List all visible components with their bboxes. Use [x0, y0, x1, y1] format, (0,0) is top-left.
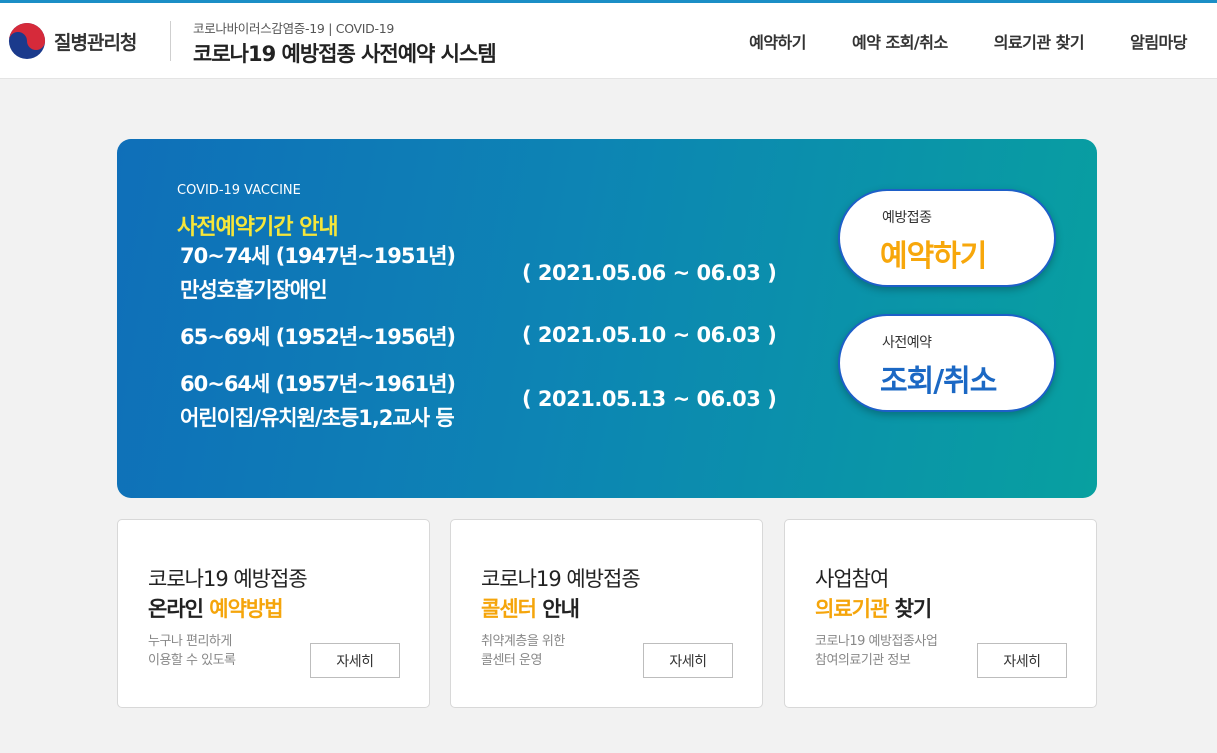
check-cancel-button[interactable]: 사전예약 조회/취소 [838, 314, 1056, 412]
hero-eyebrow: COVID-19 VACCINE [177, 183, 301, 198]
card-desc-line1: 코로나19 예방접종사업 [815, 634, 938, 649]
schedule-row-3-period: ( 2021.05.13 ~ 06.03 ) [522, 387, 777, 411]
schedule-row-2-period: ( 2021.05.10 ~ 06.03 ) [522, 323, 777, 347]
card-title-line2: 콜센터 안내 [481, 593, 580, 623]
card-desc-line2: 이용할 수 있도록 [148, 653, 236, 668]
main-nav: 예약하기 예약 조회/취소 의료기관 찾기 알림마당 [703, 29, 1187, 53]
nav-check-cancel[interactable]: 예약 조회/취소 [852, 29, 948, 53]
card-description: 코로나19 예방접종사업 참여의료기관 정보 [815, 632, 938, 670]
reserve-button-caption: 예방접종 [882, 210, 932, 226]
schedule-row-1-age: 70~74세 (1947년~1951년) [180, 244, 456, 268]
card-title-line2: 의료기관 찾기 [815, 593, 933, 623]
taegeuk-logo-icon [8, 22, 46, 60]
logo[interactable]: 질병관리청 [8, 22, 137, 60]
card-description: 누구나 편리하게 이용할 수 있도록 [148, 632, 236, 670]
nav-reserve[interactable]: 예약하기 [749, 29, 806, 53]
hero-banner: COVID-19 VACCINE 사전예약기간 안내 70~74세 (1947년… [117, 139, 1097, 498]
schedule-row-3-group: 어린이집/유치원/초등1,2교사 등 [180, 406, 455, 430]
card-title-line2: 온라인 예약방법 [148, 593, 284, 623]
nav-find-clinic[interactable]: 의료기관 찾기 [994, 29, 1085, 53]
check-cancel-button-label: 조회/취소 [880, 364, 997, 399]
schedule-row-1-period: ( 2021.05.06 ~ 06.03 ) [522, 261, 777, 285]
reserve-button[interactable]: 예방접종 예약하기 [838, 189, 1056, 287]
card-title-highlight: 의료기관 [815, 597, 889, 621]
schedule-row-1-group: 만성호흡기장애인 [180, 278, 328, 302]
card-title-highlight: 예약방법 [209, 597, 283, 621]
schedule-row-2-age: 65~69세 (1952년~1956년) [180, 325, 456, 349]
hero-heading: 사전예약기간 안내 [177, 215, 339, 240]
header-divider [170, 21, 171, 61]
card-title-line1: 코로나19 예방접종 [481, 567, 641, 591]
card-title-suffix: 찾기 [888, 597, 933, 621]
schedule-row-3-label: 60~64세 (1957년~1961년) 어린이집/유치원/초등1,2교사 등 [180, 367, 456, 435]
schedule-row-3-age: 60~64세 (1957년~1961년) [180, 372, 456, 396]
card-desc-line1: 누구나 편리하게 [148, 634, 232, 649]
header: 질병관리청 코로나바이러스감염증-19 | COVID-19 코로나19 예방접… [0, 0, 1217, 79]
card-find-clinic: 사업참여 의료기관 찾기 코로나19 예방접종사업 참여의료기관 정보 자세히 [784, 519, 1097, 708]
site-subtitle: 코로나바이러스감염증-19 | COVID-19 [193, 21, 395, 36]
card-title-line1: 사업참여 [815, 567, 889, 591]
card-title-plain: 온라인 [148, 597, 210, 621]
card-details-button[interactable]: 자세히 [643, 643, 733, 678]
card-description: 취약계층을 위한 콜센터 운영 [481, 632, 565, 670]
check-cancel-button-caption: 사전예약 [882, 335, 932, 351]
card-desc-line1: 취약계층을 위한 [481, 634, 565, 649]
org-name: 질병관리청 [54, 31, 137, 54]
reserve-button-label: 예약하기 [880, 239, 987, 274]
card-title-highlight: 콜센터 [481, 597, 537, 621]
card-details-button[interactable]: 자세히 [310, 643, 400, 678]
card-online-reservation: 코로나19 예방접종 온라인 예약방법 누구나 편리하게 이용할 수 있도록 자… [117, 519, 430, 708]
card-title-suffix: 안내 [535, 597, 580, 621]
card-call-center: 코로나19 예방접종 콜센터 안내 취약계층을 위한 콜센터 운영 자세히 [450, 519, 763, 708]
nav-notice[interactable]: 알림마당 [1130, 29, 1187, 53]
site-title[interactable]: 코로나19 예방접종 사전예약 시스템 [193, 38, 497, 68]
card-desc-line2: 참여의료기관 정보 [815, 653, 911, 668]
card-title-line1: 코로나19 예방접종 [148, 567, 308, 591]
schedule-row-2-label: 65~69세 (1952년~1956년) [180, 320, 456, 354]
card-details-button[interactable]: 자세히 [977, 643, 1067, 678]
schedule-row-1-label: 70~74세 (1947년~1951년) 만성호흡기장애인 [180, 239, 456, 307]
card-desc-line2: 콜센터 운영 [481, 653, 542, 668]
